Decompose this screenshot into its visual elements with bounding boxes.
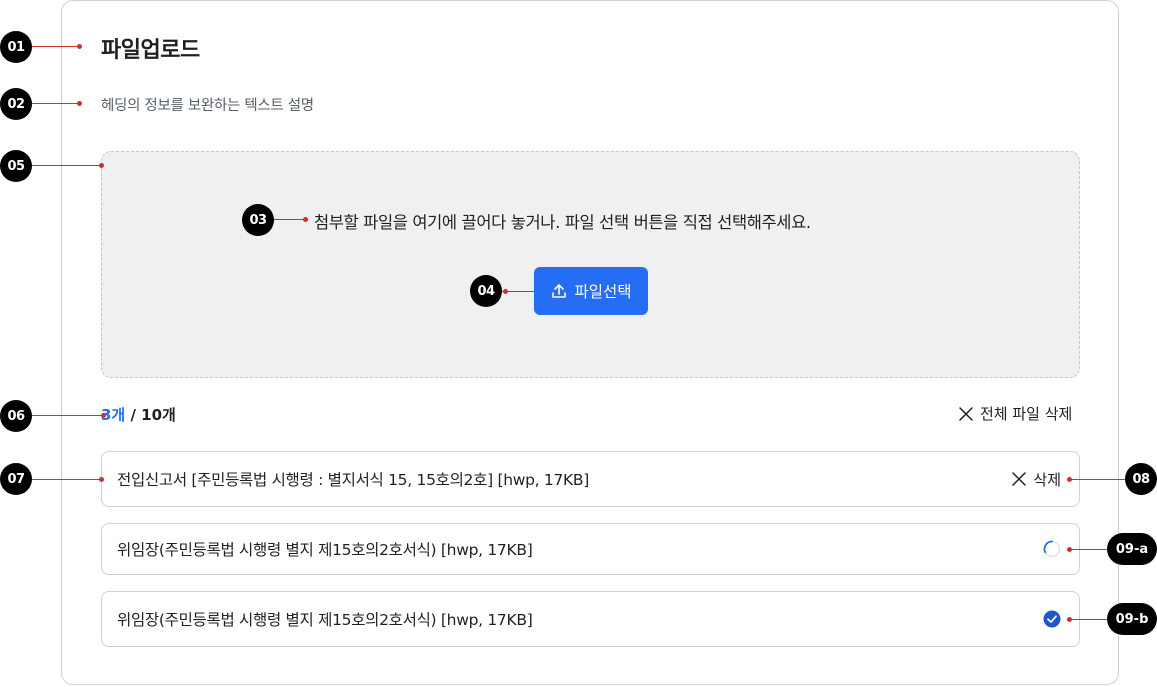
- annotation-marker: 03: [242, 204, 274, 236]
- annotation-dot: [503, 289, 508, 294]
- page-subtitle: 헤딩의 정보를 보완하는 텍스트 설명: [101, 98, 314, 114]
- delete-file-label: 삭제: [1033, 470, 1061, 489]
- file-name: 위임장(주민등록법 시행령 별지 제15호의2호서식) [hwp, 17KB]: [117, 611, 533, 629]
- file-item: 위임장(주민등록법 시행령 별지 제15호의2호서식) [hwp, 17KB]: [101, 523, 1080, 575]
- annotation-line: [274, 219, 306, 220]
- annotation-dot: [99, 477, 104, 482]
- annotation-line: [32, 415, 104, 416]
- check-circle-icon: [1043, 610, 1061, 628]
- annotation-dot: [77, 101, 82, 106]
- loading-spinner-icon: [1043, 540, 1061, 558]
- file-select-label: 파일선택: [574, 283, 632, 301]
- max-count: / 10개: [125, 406, 176, 424]
- annotation-dot: [1067, 617, 1072, 622]
- file-name: 전입신고서 [주민등록법 시행령 : 별지서식 15, 15호의2호] [hwp…: [117, 471, 589, 489]
- annotation-dot: [1067, 477, 1072, 482]
- annotation-marker: 09-b: [1107, 603, 1157, 635]
- file-item: 전입신고서 [주민등록법 시행령 : 별지서식 15, 15호의2호] [hwp…: [101, 451, 1080, 507]
- annotation-marker: 01: [0, 31, 32, 63]
- annotation-dot: [77, 44, 82, 49]
- annotation-dot: [99, 163, 104, 168]
- annotation-dot: [303, 217, 308, 222]
- close-icon: [1012, 472, 1027, 486]
- file-item: 위임장(주민등록법 시행령 별지 제15호의2호서식) [hwp, 17KB]: [101, 591, 1080, 647]
- delete-all-button[interactable]: 전체 파일 삭제: [958, 403, 1072, 424]
- annotation-marker: 09-a: [1107, 533, 1157, 565]
- delete-file-button[interactable]: 삭제: [1011, 469, 1061, 490]
- annotation-marker: 07: [0, 463, 32, 495]
- close-icon: [959, 406, 973, 421]
- file-select-button[interactable]: 파일선택: [534, 267, 648, 315]
- annotation-dot: [1067, 547, 1072, 552]
- page-title: 파일업로드: [101, 38, 200, 63]
- drop-zone[interactable]: [101, 151, 1080, 378]
- annotation-line: [1070, 479, 1125, 480]
- annotation-marker: 02: [0, 88, 32, 120]
- file-name: 위임장(주민등록법 시행령 별지 제15호의2호서식) [hwp, 17KB]: [117, 541, 533, 559]
- annotation-line: [32, 103, 80, 104]
- file-count: 3개 / 10개: [101, 404, 176, 425]
- delete-all-label: 전체 파일 삭제: [980, 405, 1073, 423]
- annotation-line: [32, 46, 80, 47]
- annotation-dot: [101, 413, 106, 418]
- upload-icon: [552, 284, 567, 298]
- annotation-marker: 08: [1125, 463, 1157, 495]
- annotation-marker: 04: [470, 275, 502, 307]
- drop-guide-text: 첨부할 파일을 여기에 끌어다 놓거나. 파일 선택 버튼을 직접 선택해주세요…: [314, 213, 811, 232]
- annotation-line: [32, 165, 102, 166]
- annotation-line: [32, 479, 102, 480]
- annotation-marker: 06: [0, 400, 32, 432]
- annotation-marker: 05: [0, 150, 32, 182]
